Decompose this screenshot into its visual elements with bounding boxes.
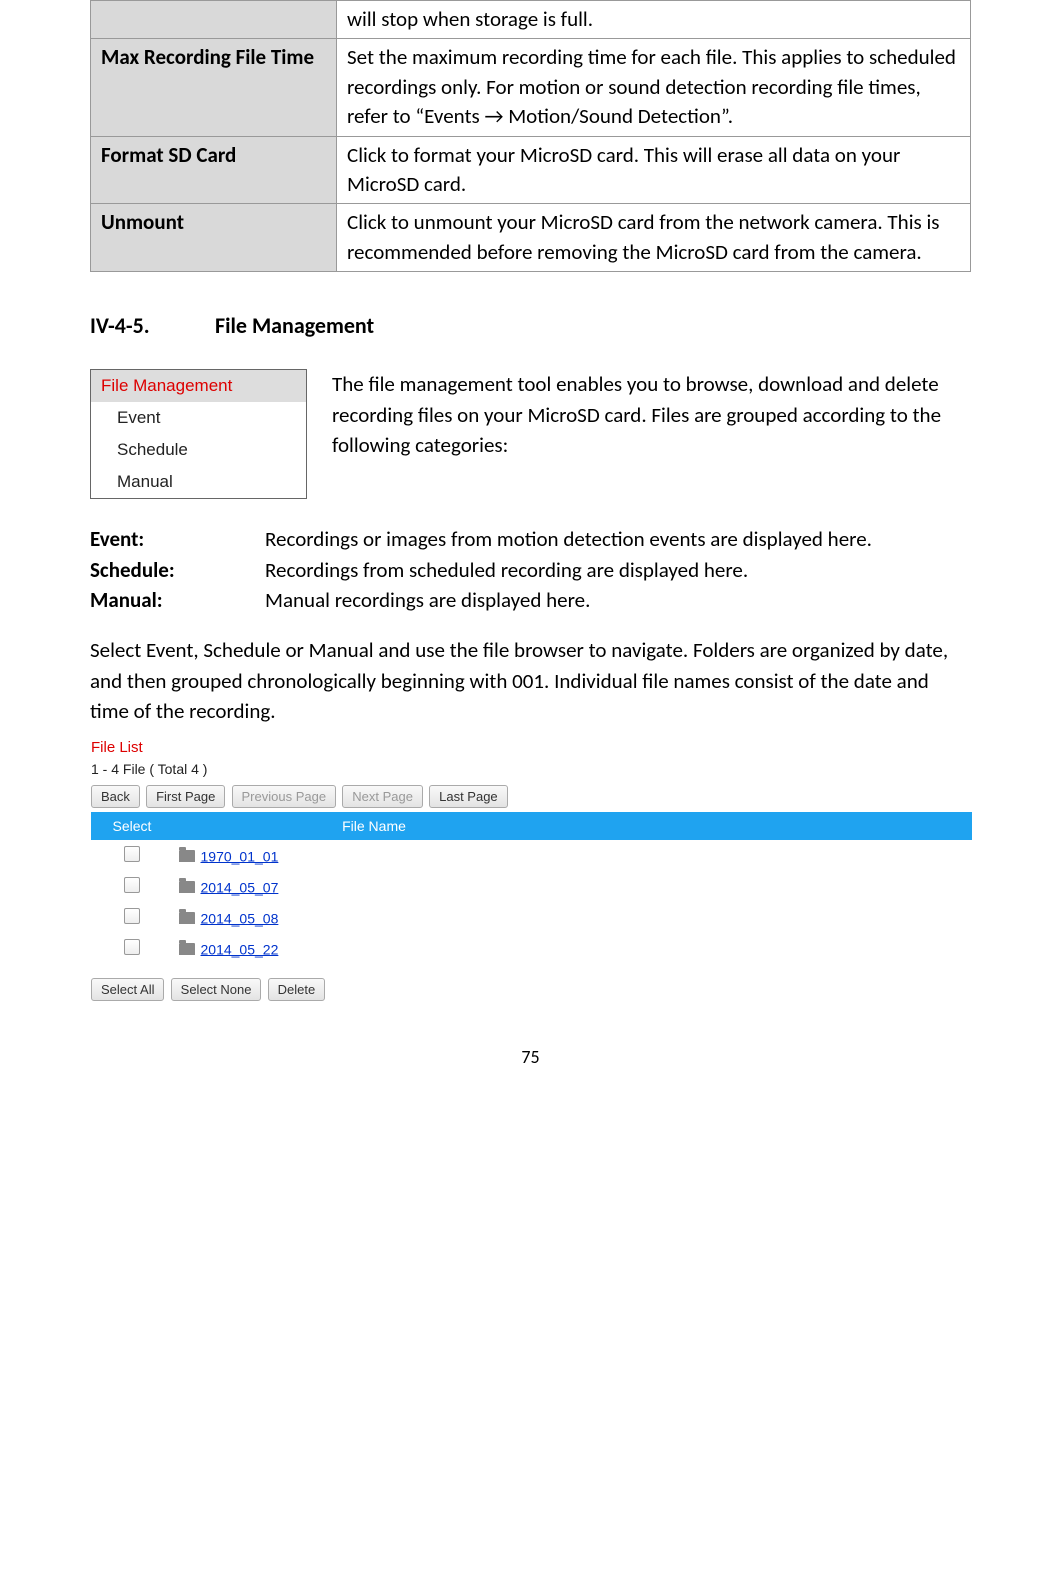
setting-label: Max Recording File Time	[91, 39, 337, 136]
table-row: 2014_05_22	[92, 933, 972, 964]
action-row: Select All Select None Delete	[91, 978, 972, 1001]
select-none-button[interactable]: Select None	[171, 978, 262, 1001]
setting-label: Format SD Card	[91, 136, 337, 204]
def-term: Manual:	[90, 585, 265, 615]
first-page-button[interactable]: First Page	[146, 785, 225, 808]
folder-icon	[179, 943, 195, 955]
next-page-button[interactable]: Next Page	[342, 785, 423, 808]
back-button[interactable]: Back	[91, 785, 140, 808]
folder-icon	[179, 850, 195, 862]
previous-page-button[interactable]: Previous Page	[232, 785, 337, 808]
file-management-menu: File Management Event Schedule Manual	[90, 369, 307, 499]
def-row: Event: Recordings or images from motion …	[90, 524, 971, 554]
table-row: 2014_05_08	[92, 902, 972, 933]
section-number: IV-4-5.	[90, 312, 210, 339]
file-link[interactable]: 2014_05_07	[201, 879, 279, 895]
file-list-title: File List	[91, 736, 972, 759]
table-row: Unmount Click to unmount your MicroSD ca…	[91, 204, 971, 272]
usage-paragraph: Select Event, Schedule or Manual and use…	[90, 635, 971, 726]
table-row: 1970_01_01	[92, 839, 972, 871]
def-row: Schedule: Recordings from scheduled reco…	[90, 555, 971, 585]
table-row: Format SD Card Click to format your Micr…	[91, 136, 971, 204]
menu-item-file-management[interactable]: File Management	[91, 370, 306, 402]
col-filename: File Name	[173, 812, 576, 839]
delete-button[interactable]: Delete	[268, 978, 326, 1001]
row-checkbox[interactable]	[124, 939, 140, 955]
row-checkbox[interactable]	[124, 846, 140, 862]
table-row: 2014_05_07	[92, 871, 972, 902]
col-third	[576, 812, 972, 839]
def-term: Event:	[90, 524, 265, 554]
table-row: will stop when storage is full.	[91, 1, 971, 39]
section-title: File Management	[215, 312, 374, 339]
def-desc: Recordings or images from motion detecti…	[265, 524, 971, 554]
menu-item-event[interactable]: Event	[91, 402, 306, 434]
setting-label	[91, 1, 337, 39]
setting-desc: Click to format your MicroSD card. This …	[337, 136, 971, 204]
file-link[interactable]: 2014_05_22	[201, 941, 279, 957]
table-row: Max Recording File Time Set the maximum …	[91, 39, 971, 136]
setting-label: Unmount	[91, 204, 337, 272]
file-table: Select File Name 1970_01_01 2014_05_07 2…	[91, 812, 972, 964]
menu-item-schedule[interactable]: Schedule	[91, 434, 306, 466]
file-list-panel: File List 1 - 4 File ( Total 4 ) Back Fi…	[90, 735, 973, 1006]
file-link[interactable]: 2014_05_08	[201, 910, 279, 926]
pagination-row: Back First Page Previous Page Next Page …	[91, 785, 972, 808]
setting-desc: will stop when storage is full.	[337, 1, 971, 39]
row-checkbox[interactable]	[124, 877, 140, 893]
folder-icon	[179, 912, 195, 924]
def-desc: Recordings from scheduled recording are …	[265, 555, 971, 585]
file-list-count: 1 - 4 File ( Total 4 )	[91, 759, 972, 785]
page-number: 75	[90, 1046, 971, 1068]
setting-desc: Click to unmount your MicroSD card from …	[337, 204, 971, 272]
setting-desc: Set the maximum recording time for each …	[337, 39, 971, 136]
category-definitions: Event: Recordings or images from motion …	[90, 524, 971, 615]
menu-item-manual[interactable]: Manual	[91, 466, 306, 498]
folder-icon	[179, 881, 195, 893]
col-select: Select	[92, 812, 173, 839]
last-page-button[interactable]: Last Page	[429, 785, 508, 808]
settings-table: will stop when storage is full. Max Reco…	[90, 0, 971, 272]
row-checkbox[interactable]	[124, 908, 140, 924]
select-all-button[interactable]: Select All	[91, 978, 164, 1001]
section-heading: IV-4-5. File Management	[90, 312, 971, 339]
file-link[interactable]: 1970_01_01	[201, 848, 279, 864]
def-desc: Manual recordings are displayed here.	[265, 585, 971, 615]
def-term: Schedule:	[90, 555, 265, 585]
def-row: Manual: Manual recordings are displayed …	[90, 585, 971, 615]
